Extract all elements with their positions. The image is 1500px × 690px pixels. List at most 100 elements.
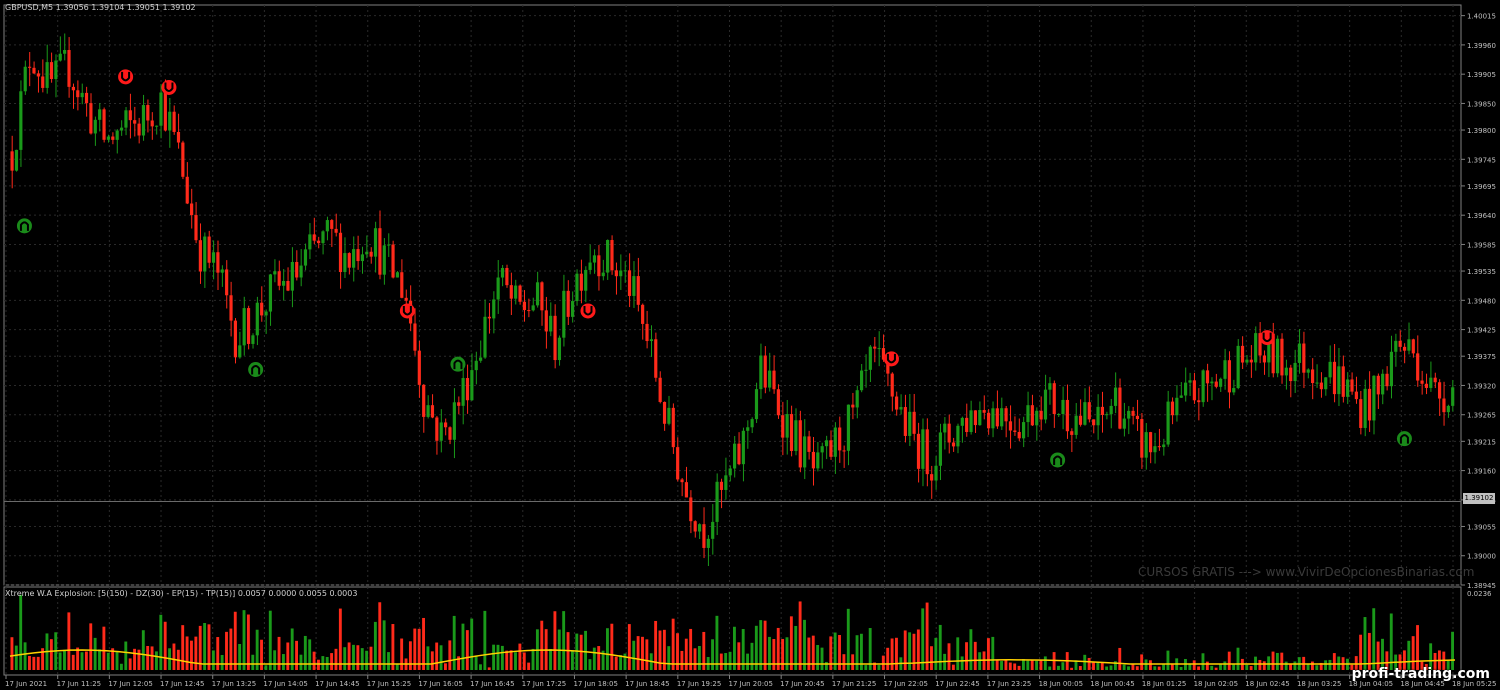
histogram-bar bbox=[260, 639, 263, 670]
candle-body bbox=[584, 269, 588, 291]
histogram-bar bbox=[242, 610, 246, 670]
candle-body bbox=[645, 323, 649, 342]
time-tick-label: 17 Jun 14:05 bbox=[263, 680, 307, 688]
candle-body bbox=[168, 111, 172, 131]
histogram-bar bbox=[76, 647, 80, 670]
candle-body bbox=[483, 316, 487, 358]
candle-body bbox=[461, 378, 465, 406]
candle-body bbox=[343, 253, 347, 273]
histogram-bar bbox=[671, 618, 675, 670]
histogram-bar bbox=[137, 649, 141, 670]
candle-body bbox=[1026, 405, 1030, 423]
time-tick-label: 17 Jun 15:25 bbox=[367, 680, 411, 688]
candle-body bbox=[684, 482, 689, 498]
buy-signal-icon bbox=[16, 218, 32, 234]
histogram-bar bbox=[934, 637, 938, 670]
candle-body bbox=[965, 417, 969, 433]
histogram-bar bbox=[128, 658, 132, 670]
candle-body bbox=[1332, 361, 1337, 395]
candle-body bbox=[1065, 399, 1069, 432]
histogram-bar bbox=[1451, 631, 1454, 670]
histogram-bar bbox=[408, 641, 412, 670]
candle-body bbox=[1394, 340, 1398, 352]
histogram-bar bbox=[956, 637, 960, 670]
histogram-bar bbox=[312, 651, 316, 670]
histogram-bar bbox=[190, 640, 193, 670]
candle-body bbox=[190, 203, 194, 216]
chart-canvas[interactable]: 1.40015 1.39960 1.39905 1.39850 1.39800 1.397… bbox=[0, 0, 1500, 690]
candle-body bbox=[877, 348, 881, 350]
candle-body bbox=[1109, 405, 1113, 415]
histogram-bar bbox=[522, 652, 526, 670]
histogram-bar bbox=[1289, 664, 1292, 670]
time-tick-label: 17 Jun 2021 bbox=[5, 680, 47, 688]
candle-body bbox=[916, 433, 921, 469]
histogram-bar bbox=[549, 649, 552, 670]
candle-body bbox=[444, 422, 448, 428]
candle-body bbox=[317, 240, 321, 244]
candle-body bbox=[912, 411, 916, 434]
candle-body bbox=[1437, 382, 1442, 399]
histogram-bar bbox=[588, 659, 592, 670]
candle-body bbox=[1354, 391, 1358, 400]
histogram-bar bbox=[1271, 651, 1275, 670]
histogram-bar bbox=[811, 635, 815, 670]
candle-body bbox=[1070, 431, 1074, 435]
candle-body bbox=[951, 442, 956, 447]
candle-body bbox=[176, 131, 181, 143]
histogram-bar bbox=[119, 663, 123, 670]
histogram-bar bbox=[23, 642, 27, 670]
candle-body bbox=[1096, 406, 1100, 426]
candle-body bbox=[1280, 338, 1284, 376]
histogram-bar bbox=[32, 656, 36, 670]
candle-body bbox=[956, 425, 960, 447]
histogram-bar bbox=[378, 602, 382, 670]
candle-body bbox=[702, 524, 706, 548]
current-price-label: 1.39102 bbox=[1463, 493, 1495, 504]
symbol-info: GBPUSD,M5 1.39056 1.39104 1.39051 1.3910… bbox=[5, 3, 196, 12]
candle-body bbox=[1201, 370, 1205, 403]
candle-body bbox=[378, 228, 382, 275]
histogram-bar bbox=[1188, 664, 1192, 670]
histogram-bar bbox=[1092, 661, 1095, 670]
time-tick-label: 17 Jun 13:25 bbox=[212, 680, 256, 688]
candle-body bbox=[1254, 333, 1258, 363]
histogram-bar bbox=[1280, 652, 1284, 670]
candle-body bbox=[890, 373, 894, 397]
candle-body bbox=[474, 360, 478, 371]
candle-body bbox=[356, 249, 360, 262]
histogram-bar bbox=[321, 656, 325, 670]
histogram-bar bbox=[273, 650, 277, 670]
histogram-bar bbox=[1148, 660, 1152, 670]
histogram-bar bbox=[124, 641, 128, 670]
histogram-bar bbox=[947, 643, 951, 670]
time-tick-label: 18 Jun 00:05 bbox=[1039, 680, 1083, 688]
candle-body bbox=[667, 407, 671, 424]
candle-body bbox=[794, 420, 798, 452]
candle-body bbox=[439, 422, 443, 441]
candle-body bbox=[903, 407, 907, 436]
candle-body bbox=[1245, 359, 1249, 363]
candle-body bbox=[1411, 339, 1415, 354]
histogram-bar bbox=[347, 642, 351, 670]
sell-signal-icon bbox=[883, 351, 899, 367]
histogram-bar bbox=[71, 654, 75, 670]
candle-body bbox=[338, 232, 343, 273]
candle-body bbox=[198, 240, 202, 272]
candle-body bbox=[54, 60, 58, 80]
histogram-bar bbox=[391, 624, 395, 670]
candle-body bbox=[124, 110, 128, 128]
candle-body bbox=[115, 130, 119, 140]
candle-body bbox=[623, 270, 627, 272]
histogram-bar bbox=[1157, 666, 1161, 670]
histogram-bar bbox=[960, 656, 964, 670]
candle-body bbox=[1197, 400, 1201, 403]
histogram-bar bbox=[1245, 664, 1249, 670]
candle-body bbox=[312, 234, 316, 241]
main-chart-frame bbox=[3, 4, 1462, 586]
price-tick-label: 1.39800 bbox=[1467, 127, 1496, 135]
candle-body bbox=[816, 452, 820, 469]
histogram-bar bbox=[492, 644, 496, 670]
price-tick-label: 1.39640 bbox=[1467, 212, 1496, 220]
indicator-title: Xtreme W.A Explosion: [5(150) - DZ(30) -… bbox=[5, 589, 358, 598]
